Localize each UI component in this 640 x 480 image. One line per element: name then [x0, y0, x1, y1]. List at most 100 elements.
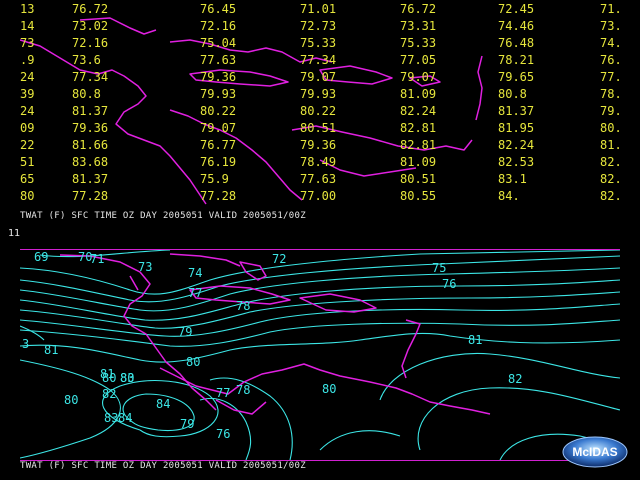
contour-map: 69 7071 7273 74 7576777879808182838438080818…	[20, 250, 620, 460]
grid-value: 77.05	[400, 53, 436, 67]
grid-value: 80.8	[72, 87, 101, 101]
grid-value: 74.	[600, 36, 620, 50]
grid-value: 72.73	[300, 19, 336, 33]
grid-value: 14	[20, 19, 34, 33]
grid-value: 80.	[600, 121, 620, 135]
contour-label: 84	[118, 411, 132, 425]
grid-values-map-panel: 13 76.72 76.45 71.01 76.72 72.45 71. 14 73.02 72.…	[20, 0, 620, 210]
contour-label: 74	[188, 266, 202, 280]
contour-label: 82	[508, 372, 522, 386]
grid-value: 78.21	[498, 53, 534, 67]
contour-label: 80	[120, 371, 134, 385]
contour-label: 78	[236, 383, 250, 397]
contour-label: 80	[102, 371, 116, 385]
grid-value: 24	[20, 70, 34, 84]
grid-value: 72.45	[498, 2, 534, 16]
grid-value: 82.	[600, 155, 620, 169]
grid-value: 77.00	[300, 189, 336, 203]
contour-label: 77	[216, 386, 230, 400]
contour-label: 80	[322, 382, 336, 396]
contour-map-panel: 69 70 71 72 73 74 75 76 77 78 79 80 81 82 83 84 3 80 80 81 8…	[20, 249, 620, 461]
grid-value: 77.34	[300, 53, 336, 67]
grid-value: 75.33	[300, 36, 336, 50]
grid-value: 80.51	[300, 121, 336, 135]
grid-value: 77.63	[200, 53, 236, 67]
frame-number: 11	[8, 228, 21, 239]
grid-value: 79.07	[300, 70, 336, 84]
grid-value: 73.	[600, 19, 620, 33]
grid-value: 76.77	[200, 138, 236, 152]
grid-value: 77.63	[300, 172, 336, 186]
grid-value: 82.24	[400, 104, 436, 118]
mcidas-logo: McIDAS	[562, 436, 628, 468]
grid-value: 76.72	[400, 2, 436, 16]
grid-value: 73.31	[400, 19, 436, 33]
contour-label: 75	[432, 261, 446, 275]
contour-label: 73	[138, 260, 152, 274]
grid-value: 79.93	[200, 87, 236, 101]
grid-value: 76.	[600, 53, 620, 67]
grid-value: 76.48	[498, 36, 534, 50]
grid-value: 22	[20, 138, 34, 152]
grid-value: 84.	[498, 189, 520, 203]
contour-label: 76	[442, 277, 456, 291]
grid-value: 82.81	[400, 138, 436, 152]
grid-value: 82.53	[498, 155, 534, 169]
grid-value: 80.51	[400, 172, 436, 186]
grid-value: 80.8	[498, 87, 527, 101]
grid-value: 76.45	[200, 2, 236, 16]
grid-value: 79.36	[300, 138, 336, 152]
grid-value: 81.66	[72, 138, 108, 152]
grid-value: 73.02	[72, 19, 108, 33]
grid-value: 81.37	[72, 104, 108, 118]
contour-label: 79	[180, 417, 194, 431]
grid-value: 79.07	[200, 121, 236, 135]
grid-value: 75.9	[200, 172, 229, 186]
contour-label: 80	[64, 393, 78, 407]
contour-label: 69	[34, 250, 48, 264]
grid-value: 77.28	[200, 189, 236, 203]
grid-value: 51	[20, 155, 34, 169]
grid-value: 73.6	[72, 53, 101, 67]
grid-value: 83.1	[498, 172, 527, 186]
grid-value: 81.37	[72, 172, 108, 186]
grid-value: 76.19	[200, 155, 236, 169]
grid-value: 80.22	[200, 104, 236, 118]
grid-value: 09	[20, 121, 34, 135]
contour-label: 82	[102, 387, 116, 401]
grid-value: 13	[20, 2, 34, 16]
bottom-panel-caption: TWAT (F) SFC TIME OZ DAY 2005051 VALID 2…	[20, 461, 306, 471]
grid-value: 74.46	[498, 19, 534, 33]
mcidas-logo-text: McIDAS	[572, 445, 617, 459]
grid-value: 83.68	[72, 155, 108, 169]
contour-label: 77	[188, 286, 202, 300]
grid-value: 79.07	[400, 70, 436, 84]
grid-value: 77.	[600, 70, 620, 84]
grid-value: 79.36	[200, 70, 236, 84]
grid-value: 82.	[600, 189, 620, 203]
contour-label: 83	[104, 411, 118, 425]
contour-label: 81	[468, 333, 482, 347]
contour-label: 84	[156, 397, 170, 411]
contour-label: 71	[90, 252, 104, 266]
grid-value: 75.04	[200, 36, 236, 50]
grid-value: .9	[20, 53, 34, 67]
top-panel-caption: TWAT (F) SFC TIME OZ DAY 2005051 VALID 2…	[20, 211, 306, 221]
contour-label: 72	[272, 252, 286, 266]
grid-value: 78.	[600, 87, 620, 101]
grid-value: 75.33	[400, 36, 436, 50]
contour-label: 80	[186, 355, 200, 369]
grid-value: 77.34	[72, 70, 108, 84]
grid-value: 81.	[600, 138, 620, 152]
grid-value: 82.24	[498, 138, 534, 152]
grid-value: 79.93	[300, 87, 336, 101]
grid-value: 72.16	[200, 19, 236, 33]
grid-value: 73	[20, 36, 34, 50]
grid-values: 13 76.72 76.45 71.01 76.72 72.45 71. 14 73.02 72.…	[20, 2, 620, 203]
grid-value: 80	[20, 189, 34, 203]
grid-value: 82.81	[400, 121, 436, 135]
grid-value: 82.	[600, 172, 620, 186]
contour-label: 79	[178, 325, 192, 339]
grid-value: 71.	[600, 2, 620, 16]
contour-label: 76	[216, 427, 230, 441]
